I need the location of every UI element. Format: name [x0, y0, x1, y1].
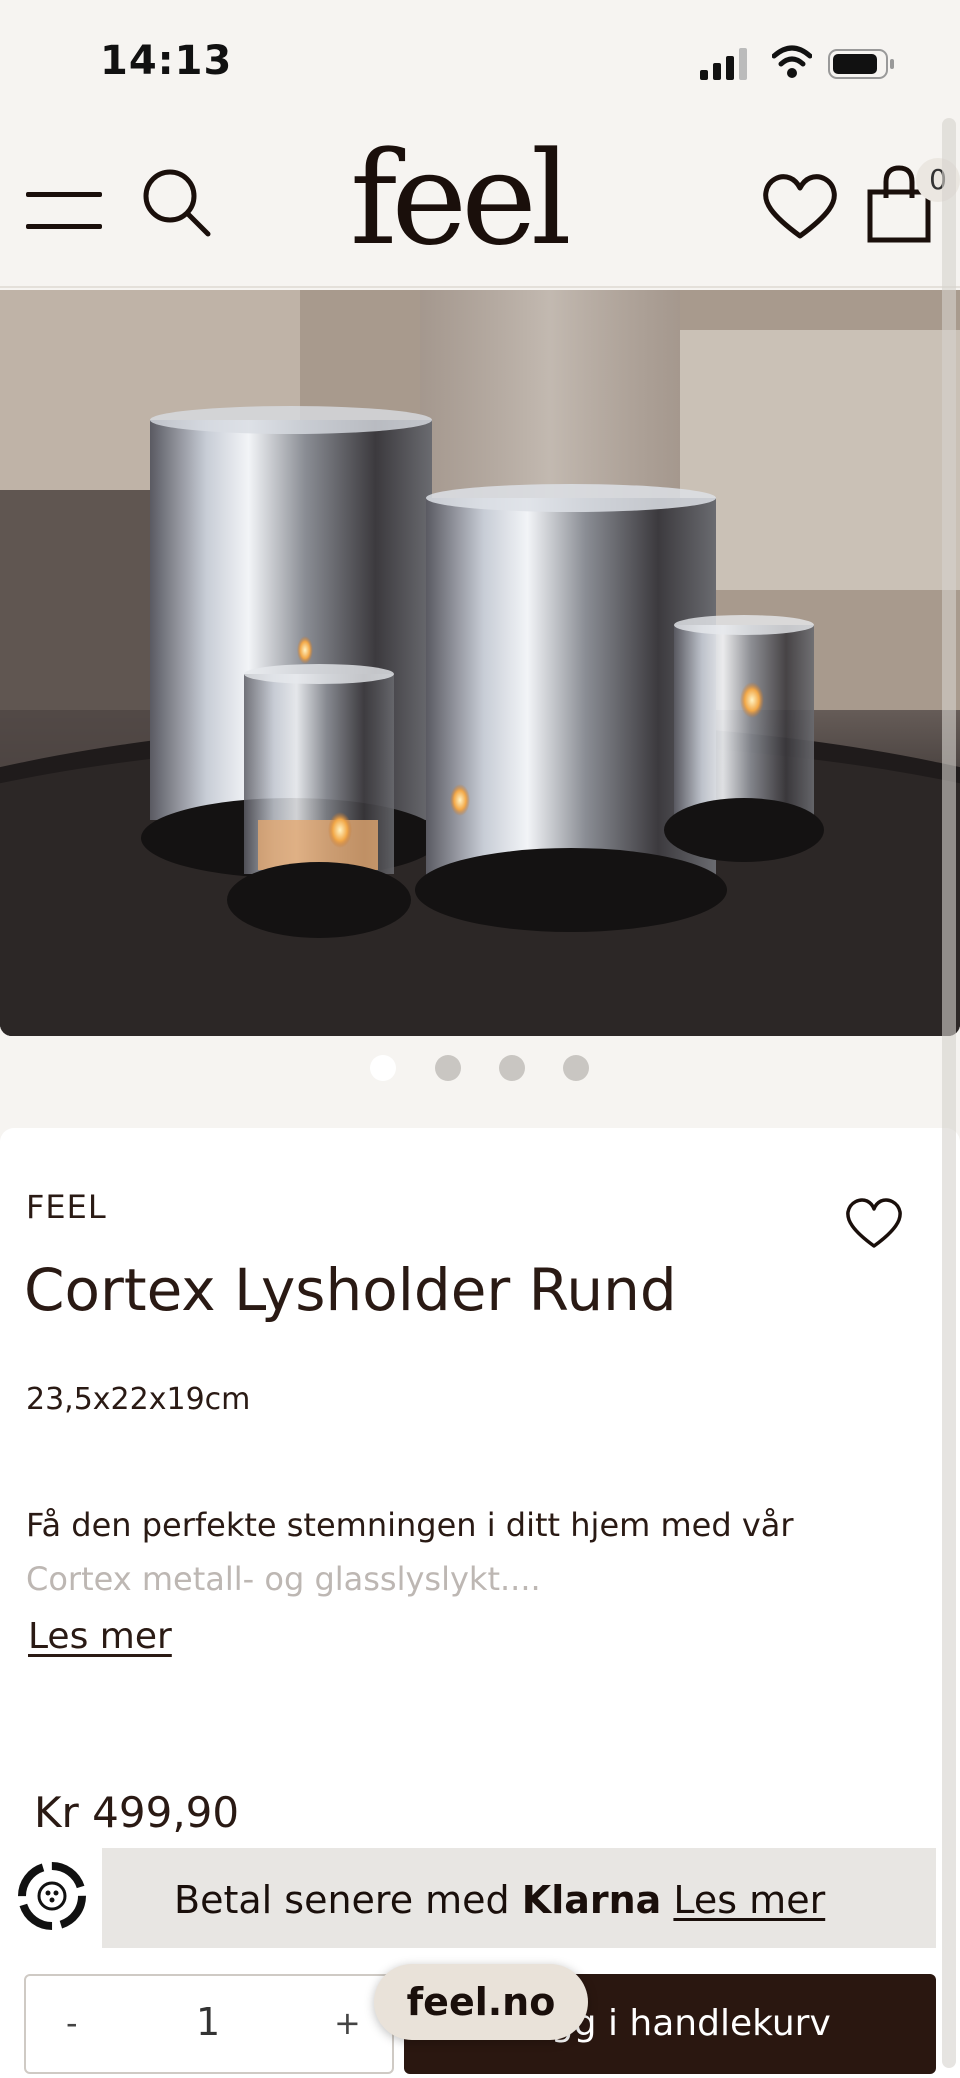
- product-description-faded: Cortex metall- og glasslyslykt....: [26, 1560, 541, 1598]
- site-header: feel 0: [0, 118, 960, 288]
- product-brand[interactable]: FEEL: [26, 1188, 107, 1226]
- wishlist-heart-icon[interactable]: [760, 168, 840, 248]
- gallery-dot-4[interactable]: [563, 1055, 589, 1081]
- wifi-icon: [772, 45, 812, 78]
- browser-url-pill[interactable]: feel.no: [374, 1964, 588, 2040]
- klarna-prefix: Betal senere med: [174, 1878, 522, 1922]
- gallery-dot-1[interactable]: [370, 1055, 396, 1081]
- product-dimensions: 23,5x22x19cm: [26, 1382, 251, 1417]
- gallery-pagination: [0, 1055, 960, 1085]
- gallery-dot-2[interactable]: [435, 1055, 461, 1081]
- site-logo[interactable]: feel: [350, 136, 572, 264]
- battery-icon: [828, 49, 894, 79]
- product-title: Cortex Lysholder Rund: [24, 1256, 677, 1324]
- klarna-recycle-icon: [18, 1862, 86, 1930]
- status-bar: 14:13: [0, 0, 960, 118]
- search-icon[interactable]: [140, 166, 214, 240]
- decrease-quantity-button[interactable]: -: [66, 2004, 78, 2042]
- read-more-link[interactable]: Les mer: [28, 1616, 172, 1657]
- product-description: Få den perfekte stemningen i ditt hjem m…: [26, 1506, 794, 1544]
- add-to-wishlist-heart-icon[interactable]: [844, 1194, 904, 1252]
- cellular-signal-icon: [700, 48, 747, 80]
- klarna-message: Betal senere med Klarna Les mer: [174, 1878, 825, 1922]
- product-image[interactable]: [0, 290, 960, 1036]
- quantity-value[interactable]: 1: [196, 2000, 220, 2044]
- increase-quantity-button[interactable]: +: [334, 2004, 361, 2042]
- product-price: Kr 499,90: [34, 1788, 240, 1837]
- status-time: 14:13: [100, 38, 233, 84]
- menu-icon[interactable]: [26, 188, 102, 234]
- klarna-brand: Klarna: [521, 1878, 662, 1922]
- quantity-stepper: - 1 +: [24, 1974, 394, 2074]
- klarna-badge: [0, 1848, 102, 1948]
- page-scrollbar[interactable]: [942, 118, 956, 2068]
- gallery-dot-3[interactable]: [499, 1055, 525, 1081]
- candle-holders-illustration: [0, 290, 960, 1036]
- klarna-banner: Betal senere med Klarna Les mer: [0, 1848, 936, 1948]
- klarna-read-more-link[interactable]: Les mer: [673, 1878, 825, 1922]
